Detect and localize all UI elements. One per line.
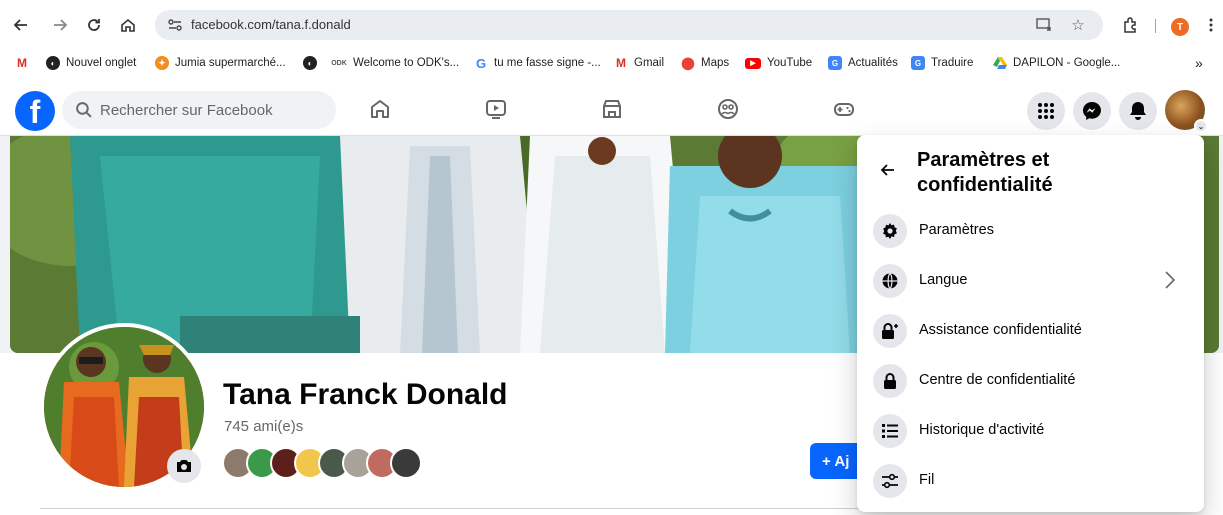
google-icon: G: [475, 55, 487, 71]
globe-icon: ◐: [46, 56, 60, 70]
bookmark-label: Nouvel onglet: [66, 57, 137, 69]
chevron-right-icon: [1164, 270, 1184, 292]
menu-item-assistance-confidentialite[interactable]: Assistance confidentialité: [865, 308, 1196, 354]
menu-title: Paramètres et confidentialité: [917, 149, 1053, 196]
bookmark-globe[interactable]: ◐: [303, 54, 323, 72]
chrome-menu-icon[interactable]: [1198, 12, 1223, 38]
menu-item-label: Centre de confidentialité: [919, 372, 1076, 388]
menu-grid-icon[interactable]: [1027, 92, 1065, 130]
settings-privacy-menu: Paramètres et confidentialité Paramètres…: [857, 135, 1204, 512]
bookmark-odk[interactable]: ODK Welcome to ODK's...: [331, 54, 459, 72]
messenger-icon[interactable]: [1073, 92, 1111, 130]
menu-item-fil[interactable]: Fil: [865, 458, 1196, 504]
back-icon[interactable]: [8, 12, 34, 38]
friends-count-link[interactable]: 745 ami(e)s: [224, 418, 303, 435]
bookmark-label: Maps: [701, 57, 730, 69]
bookmark-label: Traduire: [931, 57, 974, 69]
menu-item-label: Paramètres: [919, 222, 994, 238]
menu-item-label: Fil: [919, 472, 935, 488]
home-nav-icon[interactable]: [366, 94, 394, 124]
globe-icon: ◐: [303, 56, 317, 70]
facebook-header: f ⌄: [0, 84, 1223, 136]
jumia-icon: ✦: [155, 56, 169, 70]
menu-item-langue[interactable]: Langue: [865, 258, 1196, 304]
bookmark-label: Welcome to ODK's...: [353, 57, 460, 69]
bookmark-google-search[interactable]: G tu me fasse signe -...: [474, 54, 601, 72]
video-nav-icon[interactable]: [482, 94, 510, 124]
bookmark-maps[interactable]: ⬤ Maps: [681, 54, 729, 72]
back-arrow-icon[interactable]: [874, 156, 902, 184]
lock-icon: [873, 364, 907, 398]
bookmark-new-tab[interactable]: ◐ Nouvel onglet: [46, 54, 136, 72]
menu-item-centre-confidentialite[interactable]: Centre de confidentialité: [865, 358, 1196, 404]
bookmark-label: YouTube: [767, 57, 813, 69]
marketplace-nav-icon[interactable]: [598, 94, 626, 124]
bookmarks-overflow-button[interactable]: »: [1195, 54, 1203, 72]
bookmark-label: Actualités: [848, 57, 898, 69]
menu-item-label: Langue: [919, 272, 968, 288]
menu-item-label: Historique d'activité: [919, 422, 1045, 438]
bookmark-gmail-2[interactable]: M Gmail: [614, 54, 664, 72]
bookmark-translate[interactable]: G Traduire: [911, 54, 973, 72]
reload-icon[interactable]: [81, 12, 107, 38]
youtube-icon: ▶: [745, 57, 761, 69]
notifications-bell-icon[interactable]: [1119, 92, 1157, 130]
globe-icon: [873, 264, 907, 298]
bookmark-label: Jumia supermarché...: [175, 57, 286, 69]
list-icon: [873, 414, 907, 448]
profile-name: Tana Franck Donald: [223, 378, 508, 411]
extensions-icon[interactable]: [1117, 12, 1143, 38]
lock-plus-icon: [873, 314, 907, 348]
facebook-logo[interactable]: f: [15, 91, 55, 131]
url-text[interactable]: facebook.com/tana.f.donald: [191, 17, 351, 32]
bookmark-gmail[interactable]: M: [15, 54, 35, 72]
account-avatar[interactable]: ⌄: [1165, 90, 1208, 133]
site-settings-icon[interactable]: [166, 16, 184, 34]
address-bar[interactable]: facebook.com/tana.f.donald ☆: [155, 10, 1103, 40]
chrome-profile-avatar[interactable]: T: [1171, 18, 1189, 36]
gaming-nav-icon[interactable]: [830, 94, 858, 124]
bookmark-label: DAPILON - Google...: [1013, 57, 1121, 69]
search-icon: [76, 102, 92, 118]
friend-avatar[interactable]: [390, 447, 422, 479]
odk-icon: ODK: [331, 59, 347, 67]
gear-icon: [873, 214, 907, 248]
browser-nav-row: facebook.com/tana.f.donald ☆ T: [0, 8, 1223, 42]
bookmark-youtube[interactable]: ▶ YouTube: [745, 54, 812, 72]
bookmarks-bar: M ◐ Nouvel onglet ✦ Jumia supermarché...…: [0, 51, 1223, 75]
bookmark-star-icon[interactable]: ☆: [1067, 15, 1089, 35]
groups-nav-icon[interactable]: [714, 94, 742, 124]
bookmark-jumia[interactable]: ✦ Jumia supermarché...: [155, 54, 286, 72]
menu-item-parametres[interactable]: Paramètres: [865, 208, 1196, 254]
maps-icon: ⬤: [681, 56, 695, 70]
home-icon[interactable]: [115, 12, 141, 38]
bookmark-news[interactable]: G Actualités: [828, 54, 898, 72]
toolbar-separator: [1155, 19, 1156, 33]
search-input[interactable]: [100, 100, 320, 120]
install-app-icon[interactable]: [1033, 15, 1055, 35]
translate-icon: G: [911, 56, 925, 70]
gmail-icon: M: [616, 56, 626, 70]
news-icon: G: [828, 56, 842, 70]
menu-item-label: Assistance confidentialité: [919, 322, 1082, 338]
bookmark-label: Gmail: [634, 57, 665, 69]
facebook-search[interactable]: [62, 91, 336, 129]
bookmark-drive[interactable]: DAPILON - Google...: [993, 54, 1120, 72]
browser-chrome: facebook.com/tana.f.donald ☆ T M ◐ Nouve…: [0, 0, 1223, 84]
bookmark-label: tu me fasse signe -...: [494, 57, 601, 69]
menu-item-historique-activite[interactable]: Historique d'activité: [865, 408, 1196, 454]
drive-icon: [993, 56, 1007, 70]
chevron-down-icon: ⌄: [1194, 119, 1208, 133]
gmail-icon: M: [17, 56, 27, 70]
camera-icon[interactable]: [167, 449, 201, 483]
forward-icon[interactable]: [47, 12, 73, 38]
profile-divider: [40, 508, 860, 509]
sliders-icon: [873, 464, 907, 498]
